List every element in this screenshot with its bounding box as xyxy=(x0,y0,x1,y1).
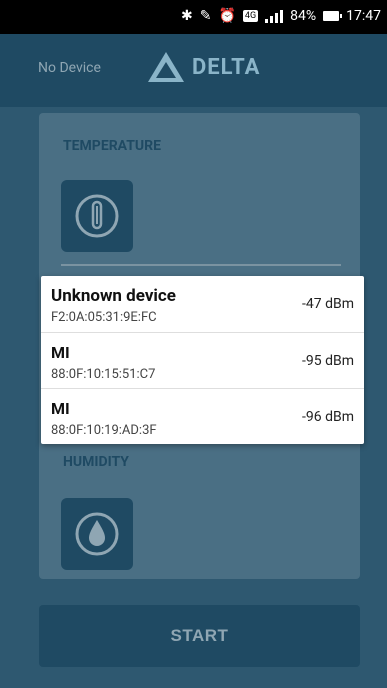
brand-wordmark: DELTA xyxy=(192,54,261,80)
device-list-popup: Unknown device F2:0A:05:31:9E:FC -47 dBm… xyxy=(41,276,364,444)
delta-logo-icon xyxy=(148,52,184,82)
device-list-item[interactable]: Unknown device F2:0A:05:31:9E:FC -47 dBm xyxy=(41,276,364,332)
device-rssi: -95 dBm xyxy=(302,353,354,369)
device-status-label: No Device xyxy=(38,60,101,76)
device-rssi: -96 dBm xyxy=(302,409,354,425)
device-name: MI xyxy=(51,343,70,362)
device-name: MI xyxy=(51,399,70,418)
humidity-tile[interactable] xyxy=(61,498,133,570)
device-mac: 88:0F:10:15:51:C7 xyxy=(51,367,156,382)
temperature-title: TEMPERATURE xyxy=(63,138,161,154)
temperature-tile[interactable] xyxy=(61,180,133,252)
signal-icon xyxy=(265,9,284,23)
status-bar: ✱ ✎ ⏰ 4G 84% 17:47 xyxy=(0,0,387,34)
start-button[interactable]: START xyxy=(39,605,360,667)
bluetooth-icon: ✱ xyxy=(181,8,193,24)
humidity-title: HUMIDITY xyxy=(63,454,129,470)
device-list-item[interactable]: MI 88:0F:10:15:51:C7 -95 dBm xyxy=(41,332,364,389)
section-divider xyxy=(61,264,341,266)
alarm-icon: ⏰ xyxy=(218,8,236,24)
battery-percentage: 84% xyxy=(290,8,317,24)
app-root: ✱ ✎ ⏰ 4G 84% 17:47 No Device DELTA TEMPE… xyxy=(0,0,387,688)
water-drop-icon xyxy=(75,512,119,556)
device-mac: 88:0F:10:19:AD:3F xyxy=(51,423,157,438)
thermometer-icon xyxy=(75,194,119,238)
app-header: No Device DELTA xyxy=(0,34,387,107)
clock-time: 17:47 xyxy=(346,8,381,24)
device-rssi: -47 dBm xyxy=(302,296,354,312)
status-icons: ✱ ✎ ⏰ 4G 84% 17:47 xyxy=(181,8,381,24)
network-type-badge: 4G xyxy=(242,10,259,22)
delta-logo: DELTA xyxy=(146,50,260,84)
device-list-item[interactable]: MI 88:0F:10:19:AD:3F -96 dBm xyxy=(41,388,364,445)
battery-icon xyxy=(323,11,343,21)
device-mac: F2:0A:05:31:9E:FC xyxy=(51,310,157,325)
mute-icon: ✎ xyxy=(199,8,212,24)
device-name: Unknown device xyxy=(51,286,176,306)
